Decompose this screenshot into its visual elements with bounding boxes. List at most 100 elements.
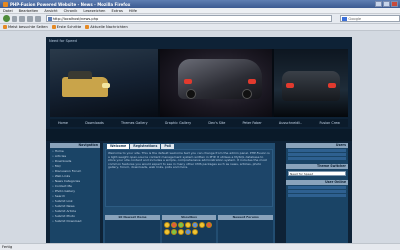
smiley-icon[interactable]: [205, 222, 212, 228]
smiley-icon[interactable]: [163, 222, 170, 228]
reload-button[interactable]: [19, 15, 26, 22]
back-button[interactable]: [3, 15, 10, 22]
bookmark-icon: [3, 25, 7, 29]
newest-items-panel: 10 Newest Items: [105, 215, 160, 243]
tab-poll[interactable]: Poll: [161, 144, 175, 149]
site-title: Need for Speed: [49, 39, 77, 43]
smiley-icon[interactable]: [170, 229, 177, 235]
maximize-button[interactable]: [383, 1, 390, 7]
banner-panel-left: [50, 49, 158, 117]
search-placeholder: Google: [348, 16, 362, 21]
smiley-icon[interactable]: [177, 222, 184, 228]
site-navigation: Home Downloads Themes Gallery Graphic Ga…: [50, 119, 348, 127]
newest-forums-panel: Newest Forums: [218, 215, 274, 243]
nav-ausschneidli[interactable]: Ausschneidli..: [279, 121, 302, 125]
silver-car-image: [178, 59, 262, 99]
tab-registrations[interactable]: Registrations: [130, 144, 161, 149]
yellow-car-image: [62, 71, 108, 97]
bookmark-label: Aktuelle Nachrichten: [90, 25, 128, 29]
panel-header: Newest Forums: [218, 215, 274, 220]
user-line: [288, 153, 346, 156]
smiley-icon[interactable]: [170, 222, 177, 228]
bookmark-erste-schritte[interactable]: Erste Schritte: [51, 25, 81, 29]
user-online-header: User Online: [286, 180, 348, 185]
smiley-icon[interactable]: [177, 229, 184, 235]
dark-car-image: [282, 71, 340, 101]
online-line: [288, 194, 346, 197]
window-titlebar: PHP-Fusion Powered Website - News - Mozi…: [0, 0, 400, 8]
rss-icon: [85, 25, 90, 29]
firefox-icon: [3, 1, 8, 7]
wheel: [242, 89, 252, 99]
bookmarks-toolbar: Meist besuchte Seiten Erste Schritte Akt…: [0, 24, 400, 31]
smiley-icon[interactable]: [191, 222, 198, 228]
bottom-panels: 10 Newest Items Shoutbox Newest Forums: [105, 215, 274, 243]
navigation-toolbar: http://localhost/news.php Google: [0, 14, 400, 24]
main-column: Welcome Registrations Poll Welcome to yo…: [103, 143, 275, 243]
bookmark-nachrichten[interactable]: Aktuelle Nachrichten: [85, 25, 128, 29]
user-line: [288, 149, 346, 152]
browser-content: Need for Speed Home Downloads Themes Gal…: [0, 31, 400, 243]
menu-lesezeichen[interactable]: Lesezeichen: [83, 9, 105, 13]
stop-button[interactable]: [27, 15, 33, 22]
panel-header: 10 Newest Items: [105, 215, 160, 220]
smiley-grid: [162, 220, 217, 237]
minimize-button[interactable]: [375, 1, 382, 7]
smiley-icon[interactable]: [184, 229, 191, 235]
bookmark-meist-besuchte[interactable]: Meist besuchte Seiten: [3, 25, 48, 29]
menu-ansicht[interactable]: Ansicht: [44, 9, 57, 13]
nav-graphic-gallery[interactable]: Graphic Gallery: [165, 121, 191, 125]
nav-peter-faber[interactable]: Peter Faber: [243, 121, 262, 125]
wheel: [186, 89, 196, 99]
online-line: [288, 190, 346, 193]
user-line: [288, 157, 346, 160]
bookmark-icon: [51, 25, 56, 29]
smiley-icon[interactable]: [184, 222, 191, 228]
menu-hilfe[interactable]: Hilfe: [129, 9, 137, 13]
taillight: [248, 79, 256, 84]
welcome-article: Welcome to your site. This is the defaul…: [105, 149, 273, 207]
close-button[interactable]: [391, 1, 398, 7]
nav-devs-site[interactable]: Dev's Site: [208, 121, 225, 125]
favicon-icon: [47, 17, 52, 21]
article-text: Welcome to your site. This is the defaul…: [108, 151, 270, 170]
menu-datei[interactable]: Datei: [3, 9, 13, 13]
taillight: [328, 83, 336, 88]
divider-strip: [46, 129, 352, 141]
theme-switcher-header: Theme Switcher: [286, 164, 348, 169]
window-title: PHP-Fusion Powered Website - News - Mozi…: [10, 1, 131, 7]
home-button[interactable]: [34, 15, 41, 22]
google-icon: [342, 17, 348, 21]
smiley-icon[interactable]: [198, 222, 205, 228]
forward-button[interactable]: [11, 15, 18, 22]
sidebar-item[interactable]: Submit Download: [52, 219, 98, 224]
left-sidebar: Navigation Home Articles Downloads FAQ D…: [50, 143, 100, 243]
smiley-icon[interactable]: [191, 229, 198, 235]
nav-fusion-crew[interactable]: Fusion Crew: [319, 121, 339, 125]
nav-themes-gallery[interactable]: Themes Gallery: [121, 121, 148, 125]
taillight: [286, 83, 294, 88]
online-line: [288, 186, 346, 189]
header-banner: [50, 49, 348, 117]
smiley-icon[interactable]: [163, 229, 170, 235]
theme-select[interactable]: Need for Speed: [288, 171, 346, 176]
search-input[interactable]: Google: [340, 15, 400, 22]
address-bar[interactable]: http://localhost/news.php: [45, 15, 333, 22]
nav-downloads[interactable]: Downloads: [85, 121, 104, 125]
status-text: Fertig: [2, 245, 13, 249]
users-header: Users: [286, 143, 348, 148]
taillight: [184, 79, 192, 84]
tab-welcome[interactable]: Welcome: [107, 144, 130, 149]
menu-chronik[interactable]: Chronik: [64, 9, 78, 13]
shoutbox-panel: Shoutbox: [161, 215, 217, 243]
menu-bearbeiten[interactable]: Bearbeiten: [19, 9, 39, 13]
sidebar-menu: Home Articles Downloads FAQ Discussion F…: [50, 148, 100, 225]
url-text: http://localhost/news.php: [52, 16, 99, 21]
window-controls: [375, 1, 398, 7]
bookmark-label: Meist besuchte Seiten: [8, 25, 48, 29]
menu-extras[interactable]: Extras: [111, 9, 122, 13]
website: Need for Speed Home Downloads Themes Gal…: [46, 37, 352, 243]
banner-panel-center: [160, 49, 272, 117]
status-bar: Fertig: [0, 243, 400, 250]
nav-home[interactable]: Home: [58, 121, 68, 125]
